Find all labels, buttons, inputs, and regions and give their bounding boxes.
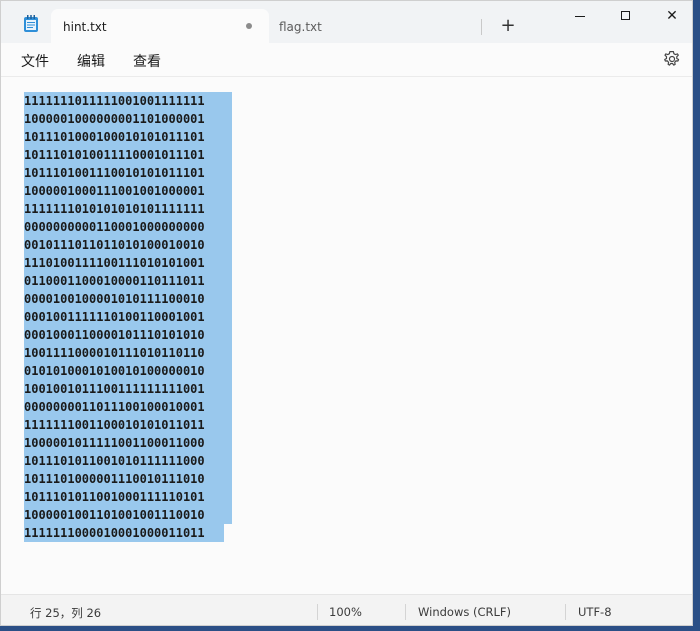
notepad-app-icon [24,15,38,32]
text-line[interactable]: 1111111000010001000011011 [24,524,224,542]
text-line[interactable]: 1000001000000001101000001 [24,110,232,128]
text-line[interactable]: 1011101011001010111111000 [24,452,232,470]
text-line[interactable]: 1111111010101010101111111 [24,200,232,218]
settings-gear-icon[interactable] [663,50,681,68]
cursor-position[interactable]: 行 25，列 26 [30,605,101,621]
text-line[interactable]: 0001001111110100110001001 [24,308,232,326]
text-line[interactable]: 1011101000100010101011101 [24,128,232,146]
menu-file[interactable]: 文件 [21,51,49,71]
text-line[interactable]: 1011101010011110001011101 [24,146,232,164]
text-line[interactable]: 0001000110000101110101010 [24,326,232,344]
status-divider [565,604,566,620]
text-line[interactable]: 1011101001110010101011101 [24,164,232,182]
text-line[interactable]: 1011101000001110010111010 [24,470,232,488]
line-ending[interactable]: Windows (CRLF) [418,605,511,619]
status-divider [405,604,406,620]
notepad-window: hint.txt flag.txt + ✕ 文件 编辑 查看 111111101… [0,0,693,626]
tab-divider [481,19,482,35]
text-editor-area[interactable]: 1111111011111001001111111 100000100000000… [1,77,692,594]
minimize-button[interactable] [557,1,603,33]
tab-hint-txt[interactable]: hint.txt [51,9,269,43]
text-line[interactable]: 1001111000010111010110110 [24,344,232,362]
menu-edit[interactable]: 编辑 [77,51,105,71]
text-line[interactable]: 1000001000111001001000001 [24,182,232,200]
maximize-button[interactable] [603,1,649,33]
text-line[interactable]: 1011101011001000111110101 [24,488,232,506]
minimize-icon [575,16,585,17]
text-line[interactable]: 0000000011011100100010001 [24,398,232,416]
text-line[interactable]: 1000001011111001100011000 [24,434,232,452]
new-tab-button[interactable]: + [497,16,519,38]
encoding[interactable]: UTF-8 [578,605,612,619]
text-line[interactable]: 0110001100010000110111011 [24,272,232,290]
close-icon: ✕ [666,8,678,24]
close-button[interactable]: ✕ [649,1,692,33]
tab-label: flag.txt [279,20,322,34]
title-bar[interactable]: hint.txt flag.txt + ✕ [1,1,692,43]
text-line[interactable]: 1111111011111001001111111 [24,92,232,110]
text-line[interactable]: 1001001011100111111111001 [24,380,232,398]
tab-flag-txt[interactable]: flag.txt [271,9,481,43]
menu-bar: 文件 编辑 查看 [1,43,692,77]
tab-label: hint.txt [63,20,107,34]
status-bar: 行 25，列 26 100% Windows (CRLF) UTF-8 [1,594,692,625]
maximize-icon [621,11,630,20]
text-line[interactable]: 1000001001101001001110010 [24,506,232,524]
text-line[interactable]: 0101010001010010100000010 [24,362,232,380]
unsaved-changes-dot-icon[interactable] [246,23,252,29]
text-line[interactable]: 1110100111100111010101001 [24,254,232,272]
text-line[interactable]: 0000100100001010111100010 [24,290,232,308]
status-divider [317,604,318,620]
zoom-level[interactable]: 100% [329,605,362,619]
text-line[interactable]: 0010111011011010100010010 [24,236,232,254]
text-line[interactable]: 1111111001100010101011011 [24,416,232,434]
menu-view[interactable]: 查看 [133,51,161,71]
selected-text-block[interactable]: 1111111011111001001111111 100000100000000… [24,92,232,542]
text-line[interactable]: 0000000000110001000000000 [24,218,232,236]
